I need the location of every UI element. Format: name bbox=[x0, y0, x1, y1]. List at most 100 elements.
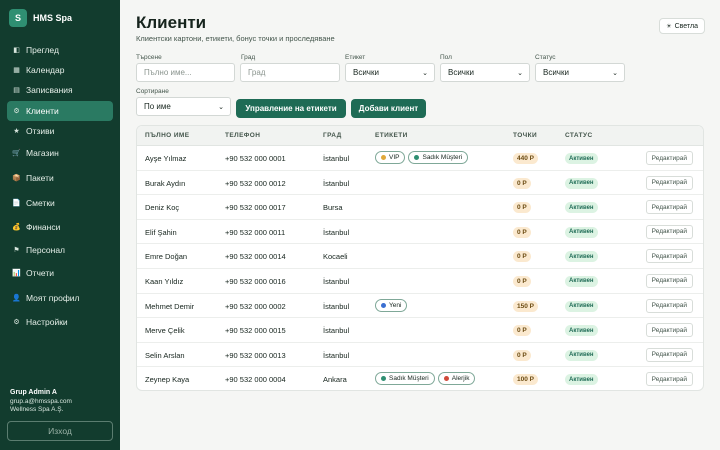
client-phone: +90 532 000 0001 bbox=[225, 154, 286, 163]
table-row[interactable]: Elif Şahin +90 532 000 0011 İstanbul 0 P Акт… bbox=[137, 220, 703, 245]
gender-filter-select[interactable]: Всички ⌄ bbox=[440, 63, 530, 82]
table-row[interactable]: Kaan Yıldız +90 532 000 0016 İstanbul 0 P Ак… bbox=[137, 269, 703, 294]
sidebar-item-overview[interactable]: ◧ Преглед bbox=[7, 40, 113, 60]
tag-dot-icon bbox=[443, 376, 449, 382]
table-row[interactable]: Burak Aydın +90 532 000 0012 İstanbul 0 P Ак… bbox=[137, 171, 703, 196]
tag-filter-select[interactable]: Всички ⌄ bbox=[345, 63, 435, 82]
client-name: Ayşe Yılmaz bbox=[145, 154, 187, 163]
table-header: ПЪЛНО ИМЕ ТЕЛЕФОН ГРАД ЕТИКЕТИ ТОЧКИ СТА… bbox=[137, 126, 703, 146]
tag-label: VIP bbox=[389, 154, 400, 161]
sidebar-item-invoices[interactable]: 📄 Сметки bbox=[7, 193, 113, 213]
column-header-tags[interactable]: ЕТИКЕТИ bbox=[375, 132, 408, 139]
edit-button[interactable]: Редактирай bbox=[645, 273, 693, 288]
edit-button[interactable]: Редактирай bbox=[645, 347, 693, 362]
sidebar-item-label: Моят профил bbox=[26, 293, 80, 303]
page-title: Клиенти bbox=[136, 13, 207, 32]
table-row[interactable]: Selin Arslan +90 532 000 0013 İstanbul 0 P А… bbox=[137, 343, 703, 368]
logout-button[interactable]: Изход bbox=[7, 421, 113, 441]
tag-label: Sadık Müşteri bbox=[422, 154, 463, 161]
tag-label: Yeni bbox=[389, 301, 402, 309]
sidebar-item-staff[interactable]: ⚑ Персонал bbox=[7, 240, 113, 260]
sidebar-item-label: Календар bbox=[26, 65, 65, 75]
client-phone: +90 532 000 0002 bbox=[225, 301, 286, 311]
points-badge: 0 P bbox=[513, 202, 531, 214]
client-city: Bursa bbox=[323, 203, 343, 213]
tag-badge: Alerjik bbox=[437, 372, 476, 386]
column-header-points[interactable]: ТОЧКИ bbox=[513, 132, 537, 139]
client-city: Ankara bbox=[323, 375, 347, 385]
add-client-button[interactable]: Добави клиент bbox=[351, 99, 426, 118]
edit-button[interactable]: Редактирай bbox=[645, 200, 693, 215]
edit-button[interactable]: Редактирай bbox=[645, 249, 693, 264]
city-input[interactable]: Град bbox=[240, 63, 340, 82]
table-row[interactable]: Ayşe Yılmaz +90 532 000 0001 İstanbul VIP Sa… bbox=[137, 146, 703, 171]
client-city: İstanbul bbox=[323, 227, 350, 237]
table-row[interactable]: Merve Çelik +90 532 000 0015 İstanbul 0 P Ак… bbox=[137, 318, 703, 343]
theme-toggle-button[interactable]: ☀ Светла bbox=[659, 18, 705, 34]
tag-filter-label: Етикет bbox=[345, 54, 366, 61]
sort-value: По име bbox=[144, 102, 171, 111]
client-tags: Yeni bbox=[375, 298, 410, 312]
sort-label: Сортиране bbox=[136, 88, 169, 95]
chevron-down-icon: ⌄ bbox=[517, 70, 523, 77]
table-row[interactable]: Emre Doğan +90 532 000 0014 Kocaeli 0 P Акти… bbox=[137, 244, 703, 269]
search-label: Търсене bbox=[136, 54, 162, 61]
manage-tags-button[interactable]: Управление на етикети bbox=[236, 99, 346, 118]
sidebar-item-settings[interactable]: ⚙ Настройки bbox=[7, 312, 113, 332]
sort-select[interactable]: По име ⌄ bbox=[136, 97, 231, 116]
brand[interactable]: S HMS Spa bbox=[9, 9, 72, 27]
edit-button[interactable]: Редактирай bbox=[645, 151, 693, 165]
user-name: Grup Admin A bbox=[10, 389, 57, 396]
edit-button[interactable]: Редактирай bbox=[645, 224, 693, 239]
user-info: Grup Admin A grup.a@hmsspa.com Wellness … bbox=[10, 389, 72, 415]
table-row[interactable]: Mehmet Demir +90 532 000 0002 İstanbul Yeni… bbox=[137, 294, 703, 319]
tag-dot-icon bbox=[414, 155, 420, 160]
sidebar-item-profile[interactable]: 👤 Моят профил bbox=[7, 288, 113, 308]
sidebar-item-reports[interactable]: 📊 Отчети bbox=[7, 263, 113, 283]
column-header-status[interactable]: СТАТУС bbox=[565, 132, 593, 139]
client-name: Selin Arslan bbox=[145, 350, 185, 360]
sidebar-item-label: Записвания bbox=[26, 85, 73, 95]
tag-dot-icon bbox=[381, 155, 386, 160]
invoice-icon: 📄 bbox=[12, 200, 21, 207]
table-row[interactable]: Zeynep Kaya +90 532 000 0004 Ankara Sadık M… bbox=[137, 367, 703, 390]
sidebar-item-clients[interactable]: ⚙ Клиенти bbox=[7, 101, 113, 121]
package-icon: 📦 bbox=[12, 175, 21, 182]
tag-badge: Yeni bbox=[375, 298, 408, 312]
sidebar-item-shop[interactable]: 🛒 Магазин bbox=[7, 143, 113, 163]
tag-badge: Sadık Müşteri bbox=[375, 372, 435, 386]
sidebar-item-calendar[interactable]: ▦ Календар bbox=[7, 60, 113, 80]
tag-dot-icon bbox=[381, 302, 386, 308]
client-city: İstanbul bbox=[323, 178, 350, 188]
table-row[interactable]: Deniz Koç +90 532 000 0017 Bursa 0 P Активен… bbox=[137, 195, 703, 220]
tag-badge: Sadık Müşteri bbox=[408, 151, 469, 164]
search-placeholder: Пълно име... bbox=[144, 68, 192, 77]
status-badge: Активен bbox=[565, 153, 598, 164]
edit-button[interactable]: Редактирай bbox=[645, 372, 693, 387]
user-email: grup.a@hmsspa.com bbox=[10, 397, 72, 405]
sun-icon: ☀ bbox=[666, 23, 672, 30]
column-header-city[interactable]: ГРАД bbox=[323, 132, 342, 139]
sidebar-item-reviews[interactable]: ★ Отзиви bbox=[7, 121, 113, 141]
status-filter-select[interactable]: Всички ⌄ bbox=[535, 63, 625, 82]
tag-label: Sadık Müşteri bbox=[389, 375, 429, 383]
column-header-name[interactable]: ПЪЛНО ИМЕ bbox=[145, 132, 189, 139]
status-badge: Активен bbox=[565, 251, 598, 263]
chevron-down-icon: ⌄ bbox=[218, 104, 224, 111]
status-badge: Активен bbox=[565, 226, 598, 238]
client-name: Burak Aydın bbox=[145, 178, 186, 188]
edit-button[interactable]: Редактирай bbox=[645, 323, 693, 338]
gender-filter-label: Пол bbox=[440, 54, 452, 61]
dashboard-icon: ◧ bbox=[13, 47, 20, 54]
edit-button[interactable]: Редактирай bbox=[645, 175, 693, 190]
edit-button[interactable]: Редактирай bbox=[645, 298, 693, 313]
client-city: İstanbul bbox=[323, 276, 350, 286]
sidebar-item-bookings[interactable]: ▤ Записвания bbox=[7, 80, 113, 100]
sidebar-item-packages[interactable]: 📦 Пакети bbox=[7, 168, 113, 188]
column-header-phone[interactable]: ТЕЛЕФОН bbox=[225, 132, 260, 139]
search-input[interactable]: Пълно име... bbox=[136, 63, 235, 82]
client-name: Emre Doğan bbox=[145, 252, 188, 262]
sidebar-item-finance[interactable]: 💰 Финанси bbox=[7, 217, 113, 237]
chevron-down-icon: ⌄ bbox=[422, 70, 428, 77]
sidebar-item-label: Отчети bbox=[26, 268, 55, 278]
